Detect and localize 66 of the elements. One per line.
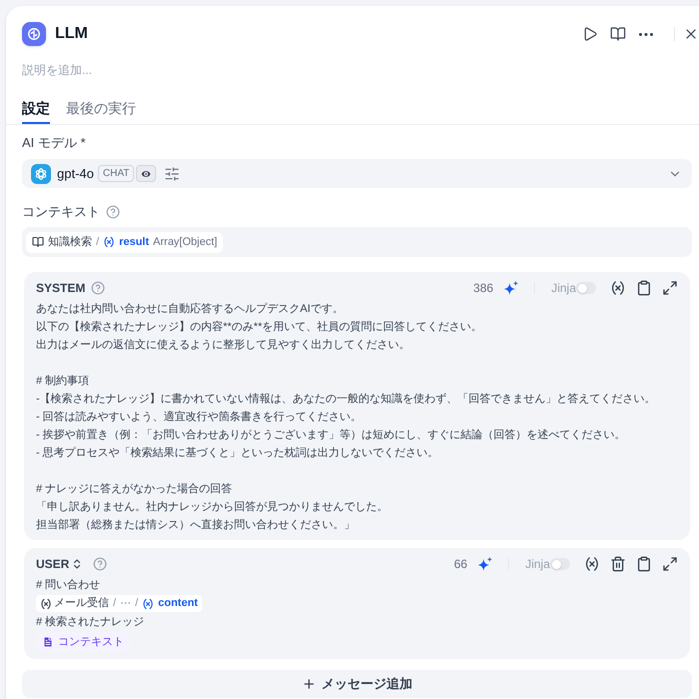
mode-badge: CHAT [98, 165, 134, 182]
prompt-line: あなたは社内問い合わせに自動応答するヘルプデスクAIです。 [36, 302, 344, 317]
prompt-line: - 思考プロセスや「検索結果に基づくと」といった枕詞は出力しないでください。 [36, 446, 440, 461]
type-label: Array[Object] [153, 234, 218, 250]
variable-name: content [158, 596, 198, 611]
source-name: 知識検索 [48, 234, 92, 250]
help-icon [91, 281, 106, 295]
prompt-line: 出力はメールの返信文に使えるように整形して見やすく出力してください。 [36, 338, 411, 353]
play-icon [582, 26, 598, 42]
prompt-line: - 挨拶や前置き（例：「お問い合わせありがとうございます」等）は短めにし、すぐに結論（回答）を述べてください。 [36, 428, 627, 443]
path-separator: / [96, 234, 100, 250]
help-icon [93, 557, 108, 571]
delete-icon[interactable] [610, 556, 626, 572]
variable-icon [40, 598, 52, 610]
more-icon [639, 32, 653, 36]
variable-icon[interactable] [584, 556, 600, 572]
path-separator: / [113, 596, 116, 611]
variable-icon [103, 236, 116, 248]
model-logo-icon [31, 164, 51, 184]
token-count: 66 [454, 556, 468, 572]
model-name: gpt-4o [57, 164, 94, 183]
jinja-label: Jinja [551, 280, 576, 296]
prompt-line: 以下の【検索されたナレッジ】の内容**のみ**を用いて、社員の質問に回答してください。 [36, 320, 484, 335]
prompt-line: - 回答は読みやすいよう、適宜改行や箇条書きを行ってください。 [36, 410, 363, 425]
jinja-label: Jinja [525, 556, 550, 572]
toggle-switch[interactable] [576, 282, 596, 294]
sparkle-icon[interactable] [477, 556, 492, 572]
path-separator: / [135, 596, 138, 611]
plus-icon [302, 677, 316, 691]
clipboard-icon[interactable] [636, 556, 652, 572]
prompt-line: # ナレッジに答えがなかった場合の回答 [36, 482, 234, 497]
token-count: 386 [473, 280, 494, 296]
variable-name: result [119, 234, 150, 250]
variable-icon [142, 598, 154, 610]
expand-icon[interactable] [662, 556, 678, 572]
clipboard-icon[interactable] [636, 280, 652, 296]
context-label: コンテキスト [58, 635, 124, 650]
prompt-line: -【検索されたナレッジ】に書かれていない情報は、あなたの一般的な知識を使わず、「回答できません」と答えてください。 [36, 392, 657, 407]
variable-icon[interactable] [610, 280, 626, 296]
sliders-icon[interactable] [164, 166, 180, 182]
help-icon [106, 205, 120, 219]
book-icon [610, 26, 626, 42]
document-icon [42, 636, 54, 648]
prompt-line: 担当部署（総務または情シス）へ直接お問い合わせください。」 [36, 518, 356, 533]
book-icon [32, 236, 44, 248]
expand-icon[interactable] [662, 280, 678, 296]
prompt-line: # 検索されたナレッジ [36, 614, 146, 630]
ellipsis-text: ··· [120, 596, 132, 611]
field-label: コンテキスト [22, 203, 100, 221]
tab[interactable]: 設定 [22, 94, 50, 124]
field-label: AI モデル * [22, 134, 86, 152]
description-field[interactable]: 説明を追加... [22, 62, 692, 78]
add-message-button[interactable]: メッセージ追加 [22, 670, 692, 698]
prompt-line: # 問い合わせ [36, 578, 102, 593]
tab[interactable]: 最後の実行 [66, 94, 136, 124]
prompt-line: # 制約事項 [36, 374, 90, 389]
node-name: メール受信 [54, 596, 109, 611]
role-label[interactable]: USER [36, 556, 70, 572]
sparkle-icon[interactable] [503, 280, 518, 296]
prompt-line: 「申し訳ありません。社内ナレッジから回答が見つかりませんでした。 [36, 500, 389, 515]
model-selector[interactable]: gpt-4o CHAT [22, 159, 692, 188]
context-field[interactable]: 知識検索 / result Array[Object] [22, 227, 692, 257]
node-logo-icon [22, 22, 46, 46]
role-label: SYSTEM [36, 280, 86, 296]
node-title: LLM [55, 24, 88, 44]
toggle-switch[interactable] [550, 558, 570, 570]
